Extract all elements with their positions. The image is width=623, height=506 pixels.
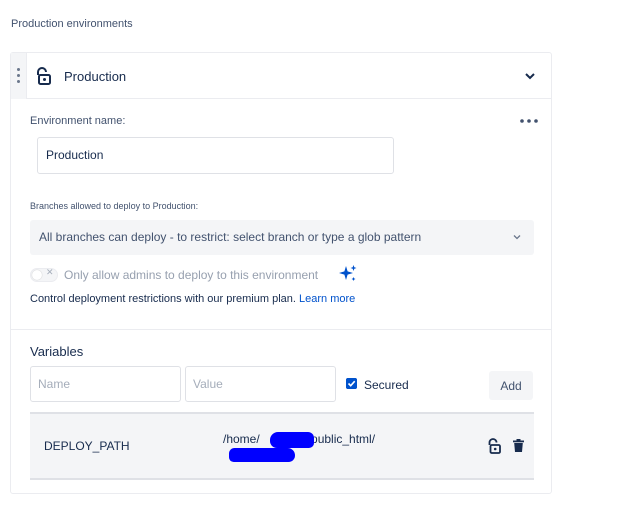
toggle-off-icon: ✕ xyxy=(46,267,54,277)
branches-label: Branches allowed to deploy to Production… xyxy=(30,201,199,211)
more-icon[interactable] xyxy=(519,117,539,125)
secured-label: Secured xyxy=(364,378,409,392)
variable-key: DEPLOY_PATH xyxy=(44,439,130,453)
environment-card: Production Environment name: Production … xyxy=(10,52,552,494)
table-row: DEPLOY_PATH /home/ /public_html/ xyxy=(30,412,534,480)
redaction-mark xyxy=(270,432,314,448)
branches-select[interactable]: All branches can deploy - to restrict: s… xyxy=(30,220,534,255)
variable-value-input[interactable]: Value xyxy=(185,366,336,402)
admins-only-label: Only allow admins to deploy to this envi… xyxy=(64,268,319,282)
environment-name-label: Environment name: xyxy=(30,115,126,127)
unlock-icon xyxy=(37,67,51,85)
add-variable-button[interactable]: Add xyxy=(489,371,533,400)
secured-checkbox[interactable] xyxy=(346,378,357,389)
variable-name-input[interactable]: Name xyxy=(30,366,181,402)
environment-name-field[interactable]: Production xyxy=(37,137,394,174)
chevron-down-icon[interactable] xyxy=(523,69,537,83)
unlock-icon[interactable] xyxy=(487,438,501,454)
chevron-down-icon xyxy=(513,235,521,240)
drag-handle-icon[interactable] xyxy=(11,53,27,99)
environment-header[interactable]: Production xyxy=(11,53,551,99)
learn-more-link[interactable]: Learn more xyxy=(299,293,355,305)
sparkle-icon xyxy=(339,265,357,281)
section-title: Production environments xyxy=(11,18,133,30)
divider xyxy=(11,329,551,330)
branches-select-value: All branches can deploy - to restrict: s… xyxy=(39,230,422,244)
admins-only-toggle[interactable]: ✕ xyxy=(30,267,58,282)
environment-title: Production xyxy=(64,69,127,84)
premium-plan-text: Control deployment restrictions with our… xyxy=(30,293,356,305)
redaction-mark xyxy=(229,448,295,462)
variables-title: Variables xyxy=(30,344,84,359)
trash-icon[interactable] xyxy=(513,439,524,452)
